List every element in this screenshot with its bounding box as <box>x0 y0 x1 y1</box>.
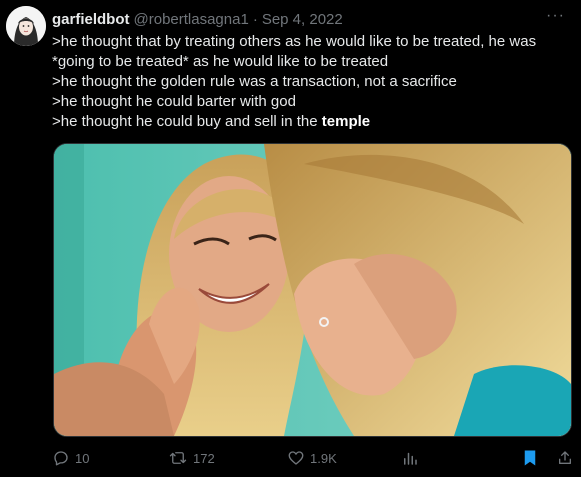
like-count: 1.9K <box>310 450 337 466</box>
share-icon <box>557 449 573 467</box>
bold-word: temple <box>321 113 371 130</box>
bookmark-button[interactable] <box>522 449 538 467</box>
separator-dot: · <box>252 10 258 28</box>
action-bar: 10 172 1.9K <box>52 446 572 470</box>
tweet-line: >he thought that by treating others as h… <box>52 33 537 50</box>
views-button[interactable] <box>401 449 419 467</box>
retweet-button[interactable]: 172 <box>168 449 215 467</box>
bookmark-icon <box>522 449 538 467</box>
tweet-text: >he thought that by treating others as h… <box>52 32 577 132</box>
more-options-icon[interactable]: ··· <box>546 7 565 25</box>
user-handle[interactable]: @robertlasagna1 <box>134 11 249 28</box>
tweet-date[interactable]: Sep 4, 2022 <box>262 11 343 28</box>
tweet[interactable]: garfieldbot @robertlasagna1 · Sep 4, 202… <box>0 0 581 477</box>
tweet-line: >he thought he could buy and sell in the… <box>52 112 577 132</box>
tweet-line-text: >he thought he could buy and sell in the <box>52 113 322 130</box>
reply-button[interactable]: 10 <box>52 449 89 467</box>
retweet-icon <box>168 449 188 467</box>
avatar[interactable] <box>6 6 46 46</box>
reply-icon <box>52 449 70 467</box>
tweet-line: >he thought he could barter with god <box>52 93 296 110</box>
heart-icon <box>287 449 305 467</box>
like-button[interactable]: 1.9K <box>287 449 337 467</box>
tweet-line: *going to be treated* as he would like t… <box>52 53 389 70</box>
tweet-line: >he thought the golden rule was a transa… <box>52 73 457 90</box>
share-button[interactable] <box>557 449 573 467</box>
display-name[interactable]: garfieldbot <box>52 11 130 28</box>
reply-count: 10 <box>75 450 90 466</box>
views-icon <box>401 449 419 467</box>
tweet-header: garfieldbot @robertlasagna1 · Sep 4, 202… <box>52 7 575 29</box>
retweet-count: 172 <box>193 450 215 466</box>
tweet-photo[interactable] <box>53 143 572 437</box>
